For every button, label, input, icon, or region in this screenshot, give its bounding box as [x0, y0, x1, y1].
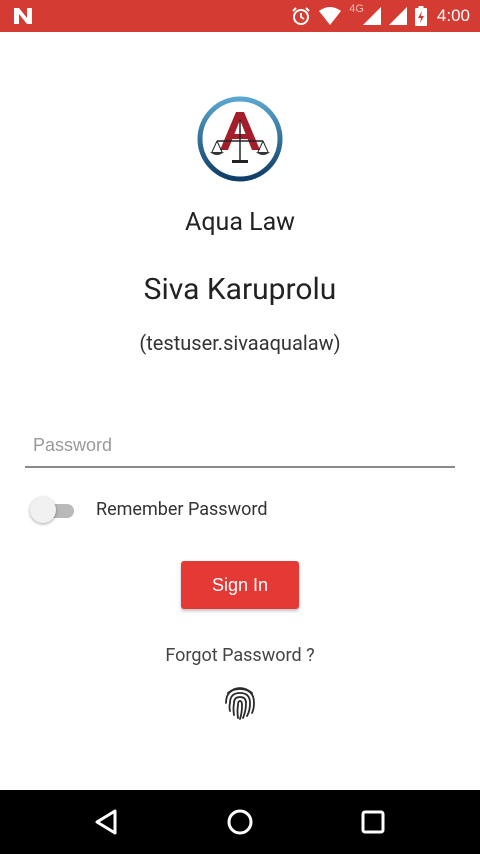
clock: 4:00	[436, 6, 470, 25]
app-name: Aqua Law	[185, 208, 295, 237]
battery-charging-icon	[414, 6, 427, 26]
status-bar: 4G 4:00	[0, 0, 480, 32]
fingerprint-icon[interactable]	[222, 683, 258, 721]
user-name: Siva Karuprolu	[143, 272, 337, 307]
signal-icon	[388, 7, 407, 25]
navigation-bar	[0, 790, 480, 854]
sign-in-button[interactable]: Sign In	[181, 561, 299, 609]
back-icon[interactable]	[87, 802, 127, 842]
network-type: 4G	[349, 3, 364, 15]
wifi-icon	[319, 7, 342, 25]
remember-password-toggle[interactable]	[30, 497, 76, 525]
home-icon[interactable]	[220, 802, 260, 842]
signal-icon	[362, 7, 381, 25]
n-icon	[14, 8, 32, 24]
forgot-password-link[interactable]: Forgot Password ?	[0, 645, 480, 666]
remember-password-label: Remember Password	[96, 499, 268, 520]
username: (testuser.sivaaqualaw)	[139, 331, 341, 355]
aqua-law-logo-icon	[197, 96, 283, 182]
alarm-icon	[292, 7, 310, 25]
recents-icon[interactable]	[353, 802, 393, 842]
status-icons: 4G 4:00	[291, 0, 470, 32]
password-field[interactable]	[25, 424, 455, 468]
toggle-thumb	[30, 497, 56, 523]
